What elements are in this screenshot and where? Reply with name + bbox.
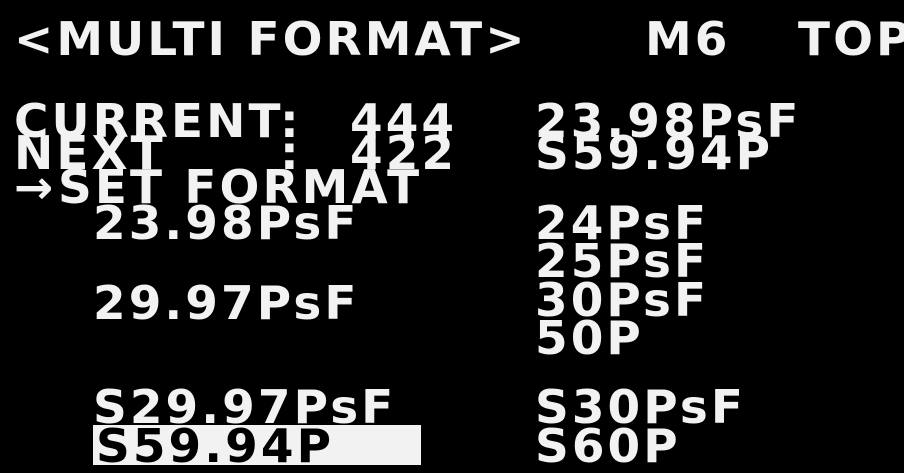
multi-format-menu-screen: <MULTI FORMAT> M6 TOP CURRENT : 444 23.9… bbox=[0, 0, 904, 471]
menu-cursor-arrow: → bbox=[14, 160, 57, 214]
format-option-50p[interactable]: 50P bbox=[535, 315, 644, 361]
mode-indicator: M6 bbox=[645, 12, 731, 66]
format-option-23-98psf[interactable]: 23.98PsF bbox=[93, 200, 359, 246]
format-option-29-97psf[interactable]: 29.97PsF bbox=[93, 280, 359, 326]
format-option-s59-94p-selected[interactable]: S59.94P bbox=[96, 423, 334, 469]
page-indicator: TOP bbox=[798, 12, 904, 66]
menu-title: <MULTI FORMAT> bbox=[14, 12, 528, 66]
next-format: S59.94P bbox=[535, 126, 774, 180]
format-option-s60p[interactable]: S60P bbox=[535, 423, 681, 469]
